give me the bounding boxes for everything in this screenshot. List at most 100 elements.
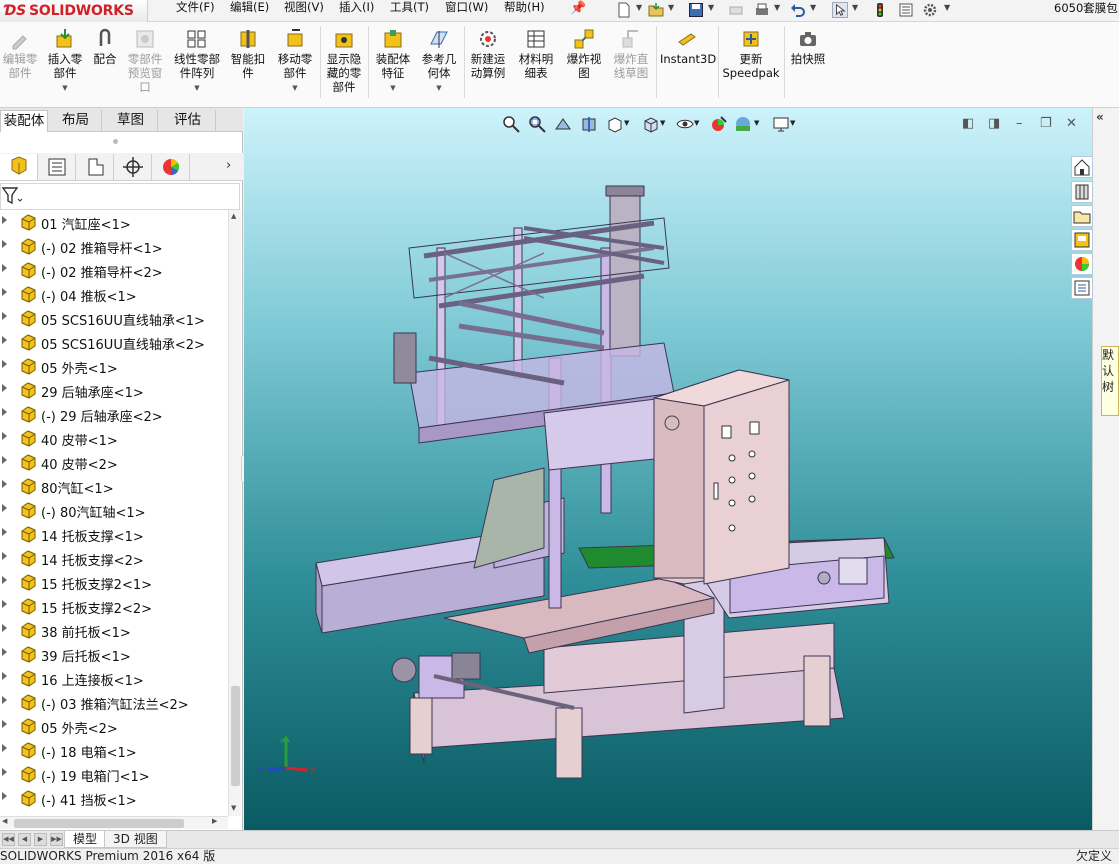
pin-icon[interactable]: 📌 bbox=[570, 1, 586, 16]
tab-sketch[interactable]: 草图 bbox=[104, 110, 158, 132]
design-library-tab[interactable] bbox=[1071, 181, 1093, 203]
expand-arrow-icon[interactable] bbox=[2, 336, 7, 344]
menu-help[interactable]: 帮助(H) bbox=[504, 0, 545, 22]
new-document-icon[interactable] bbox=[616, 2, 632, 18]
solidworks-logo[interactable]: ƊS SOLIDWORKS bbox=[0, 0, 148, 22]
expand-arrow-icon[interactable] bbox=[2, 672, 7, 680]
expand-arrow-icon[interactable] bbox=[2, 312, 7, 320]
tree-item[interactable]: 29 后轴承座<1> bbox=[0, 378, 228, 402]
tree-item[interactable]: (-) 80汽缸轴<1> bbox=[0, 498, 228, 522]
tree-item[interactable]: 14 托板支撑<1> bbox=[0, 522, 228, 546]
appearances-tab[interactable] bbox=[1071, 253, 1093, 275]
undo-icon[interactable] bbox=[790, 2, 806, 18]
expand-arrow-icon[interactable] bbox=[2, 408, 7, 416]
expand-arrow-icon[interactable] bbox=[2, 552, 7, 560]
tree-item[interactable]: (-) 29 后轴承座<2> bbox=[0, 402, 228, 426]
chevron-down-icon[interactable]: ▼ bbox=[708, 3, 714, 12]
expand-arrow-icon[interactable] bbox=[2, 744, 7, 752]
next-tab-icon[interactable]: ▶ bbox=[34, 833, 47, 846]
insert-components-button[interactable]: 插入零部件 ▼ bbox=[44, 28, 86, 95]
tree-item[interactable]: (-) 04 推板<1> bbox=[0, 282, 228, 306]
expand-arrow-icon[interactable] bbox=[2, 288, 7, 296]
dimxpertmanager-tab[interactable] bbox=[114, 154, 152, 180]
tree-horizontal-scrollbar[interactable]: ◀ ▶ bbox=[0, 816, 228, 829]
expand-arrow-icon[interactable] bbox=[2, 600, 7, 608]
tree-item[interactable]: 38 前托板<1> bbox=[0, 618, 228, 642]
tree-item[interactable]: 15 托板支撑2<2> bbox=[0, 594, 228, 618]
panel-splitter-handle[interactable] bbox=[113, 139, 118, 144]
propertymanager-tab[interactable] bbox=[38, 154, 76, 180]
expand-arrow-icon[interactable] bbox=[2, 528, 7, 536]
expand-arrow-icon[interactable] bbox=[2, 432, 7, 440]
feature-tree-filter[interactable] bbox=[0, 183, 240, 210]
save-icon[interactable] bbox=[688, 2, 704, 18]
move-component-button[interactable]: 移动零部件 ▼ bbox=[274, 28, 316, 95]
expand-arrow-icon[interactable] bbox=[2, 264, 7, 272]
chevron-down-icon[interactable]: ▼ bbox=[636, 3, 642, 12]
first-tab-icon[interactable]: ◀◀ bbox=[2, 833, 15, 846]
expand-arrow-icon[interactable] bbox=[2, 624, 7, 632]
tree-item[interactable]: 15 托板支撑2<1> bbox=[0, 570, 228, 594]
graphics-area[interactable]: ▼ ▼ ▼ ▼ ▼ ◧ ◨ – ❐ ✕ Y X Z bbox=[244, 108, 1092, 830]
menu-view[interactable]: 视图(V) bbox=[284, 0, 324, 22]
chevron-down-icon[interactable]: ▼ bbox=[774, 3, 780, 12]
chevron-down-icon[interactable]: ▼ bbox=[418, 81, 460, 95]
filter-funnel-icon[interactable] bbox=[1, 185, 25, 209]
expand-arrow-icon[interactable] bbox=[2, 240, 7, 248]
tree-item[interactable]: 40 皮带<2> bbox=[0, 450, 228, 474]
file-properties-icon[interactable] bbox=[898, 2, 914, 18]
linear-pattern-button[interactable]: 线性零部件阵列 ▼ bbox=[172, 28, 222, 95]
tab-layout[interactable]: 布局 bbox=[50, 110, 102, 132]
smart-fasteners-button[interactable]: 智能扣件 bbox=[228, 28, 268, 80]
tree-item[interactable]: (-) 41 挡板<1> bbox=[0, 786, 228, 810]
expand-arrow-icon[interactable] bbox=[2, 504, 7, 512]
chevron-down-icon[interactable]: ▼ bbox=[274, 81, 316, 95]
expand-arrow-icon[interactable] bbox=[2, 216, 7, 224]
scroll-right-icon[interactable]: ▶ bbox=[212, 817, 217, 825]
tree-item[interactable]: (-) 02 推箱导杆<2> bbox=[0, 258, 228, 282]
tree-item[interactable]: 05 外壳<2> bbox=[0, 714, 228, 738]
chevron-down-icon[interactable]: ▼ bbox=[172, 81, 222, 95]
last-tab-icon[interactable]: ▶▶ bbox=[50, 833, 63, 846]
reference-geometry-button[interactable]: 参考几何体 ▼ bbox=[418, 28, 460, 95]
open-document-icon[interactable] bbox=[648, 2, 664, 18]
tab-assembly[interactable]: 装配体 bbox=[0, 110, 48, 132]
previous-tab-icon[interactable]: ◀ bbox=[18, 833, 31, 846]
view-palette-tab[interactable] bbox=[1071, 229, 1093, 251]
gear-icon[interactable] bbox=[922, 2, 938, 18]
chevron-down-icon[interactable]: ▼ bbox=[810, 3, 816, 12]
menu-insert[interactable]: 插入(I) bbox=[339, 0, 374, 22]
chevron-down-icon[interactable]: ▼ bbox=[44, 81, 86, 95]
component-preview-button[interactable]: 零部件预览窗口 bbox=[124, 28, 166, 94]
print-icon[interactable] bbox=[754, 2, 770, 18]
tree-item[interactable]: 80汽缸<1> bbox=[0, 474, 228, 498]
update-speedpak-button[interactable]: 更新Speedpak bbox=[722, 28, 780, 80]
expand-arrow-icon[interactable] bbox=[2, 576, 7, 584]
expand-arrow-icon[interactable] bbox=[2, 384, 7, 392]
tree-item[interactable]: 01 汽缸座<1> bbox=[0, 210, 228, 234]
tree-item[interactable]: (-) 02 推箱导杆<1> bbox=[0, 234, 228, 258]
file-explorer-tab[interactable] bbox=[1071, 205, 1093, 227]
expand-arrow-icon[interactable] bbox=[2, 696, 7, 704]
tree-item[interactable]: 39 后托板<1> bbox=[0, 642, 228, 666]
mate-button[interactable]: 配合 bbox=[90, 28, 120, 66]
expand-arrow-icon[interactable] bbox=[2, 360, 7, 368]
instant3d-button[interactable]: Instant3D bbox=[660, 28, 716, 66]
assembly-model-render[interactable] bbox=[244, 108, 1092, 830]
menu-file[interactable]: 文件(F) bbox=[176, 0, 215, 22]
show-hidden-components-button[interactable]: 显示隐藏的零部件 bbox=[324, 28, 364, 94]
displaymanager-tab[interactable] bbox=[152, 154, 190, 180]
rebuild-traffic-light-icon[interactable] bbox=[872, 2, 888, 18]
chevron-down-icon[interactable]: ▼ bbox=[372, 81, 414, 95]
tab-model[interactable]: 模型 bbox=[64, 831, 107, 848]
take-snapshot-button[interactable]: 拍快照 bbox=[788, 28, 828, 66]
select-cursor-icon[interactable] bbox=[832, 2, 848, 18]
expand-arrow-icon[interactable] bbox=[2, 792, 7, 800]
tree-scroll-thumb[interactable] bbox=[231, 686, 240, 786]
assembly-features-button[interactable]: 装配体特征 ▼ bbox=[372, 28, 414, 95]
edit-component-button[interactable]: 编辑零部件 bbox=[2, 28, 38, 80]
tree-item[interactable]: 40 皮带<1> bbox=[0, 426, 228, 450]
menu-edit[interactable]: 编辑(E) bbox=[230, 0, 269, 22]
tree-item[interactable]: (-) 03 推箱汽缸法兰<2> bbox=[0, 690, 228, 714]
expand-task-pane-icon[interactable]: « bbox=[1096, 110, 1119, 128]
